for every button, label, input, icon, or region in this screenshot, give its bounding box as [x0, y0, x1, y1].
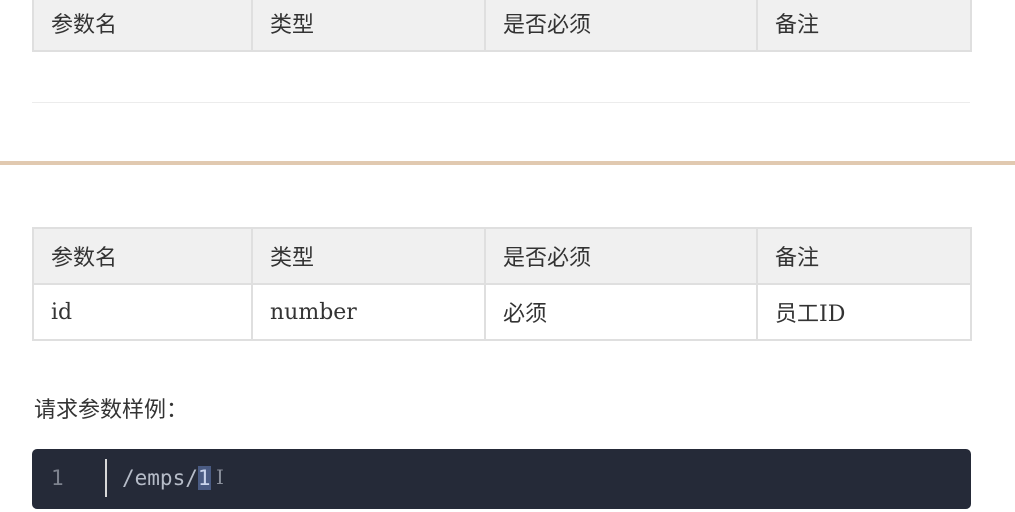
- code-line[interactable]: /emps/1: [122, 466, 211, 490]
- code-text: /emps/: [122, 466, 198, 490]
- table-header-row: 参数名 类型 是否必须 备注: [32, 0, 972, 52]
- divider: [32, 102, 970, 103]
- cell-param-name: id: [32, 283, 253, 341]
- header-required: 是否必须: [484, 227, 758, 285]
- table-header-row: 参数名 类型 是否必须 备注: [32, 227, 972, 285]
- section-separator: [0, 161, 1015, 165]
- code-block[interactable]: 1 /emps/1 I: [32, 449, 971, 509]
- header-param-name: 参数名: [32, 0, 253, 52]
- header-required: 是否必须: [484, 0, 758, 52]
- cell-remark: 员工ID: [756, 283, 972, 341]
- header-remark: 备注: [756, 0, 972, 52]
- text-cursor-icon: I: [216, 465, 224, 489]
- params-table-previous: 参数名 类型 是否必须 备注: [32, 0, 972, 52]
- header-remark: 备注: [756, 227, 972, 285]
- selected-text: 1: [197, 466, 211, 490]
- header-type: 类型: [251, 227, 486, 285]
- gutter-divider: [105, 459, 107, 497]
- header-type: 类型: [251, 0, 486, 52]
- request-example-caption: 请求参数样例：: [34, 398, 189, 423]
- table-row: id number 必须 员工ID: [32, 283, 972, 341]
- params-table: 参数名 类型 是否必须 备注 id number 必须 员工ID: [32, 227, 972, 341]
- cell-required: 必须: [484, 283, 758, 341]
- cell-type: number: [251, 283, 486, 341]
- line-number: 1: [51, 466, 64, 490]
- header-param-name: 参数名: [32, 227, 253, 285]
